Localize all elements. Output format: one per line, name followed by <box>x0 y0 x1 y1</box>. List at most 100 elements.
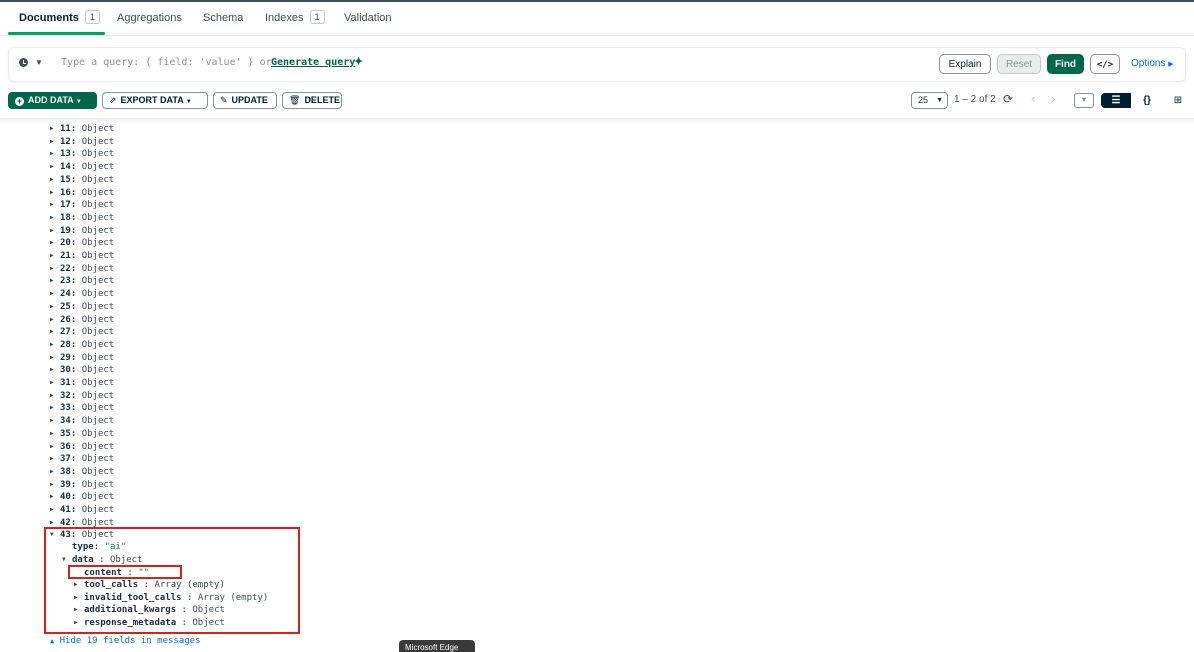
caret-right-icon[interactable]: ▶ <box>50 428 60 440</box>
delete-button[interactable]: 🗑 DELETE <box>282 92 342 109</box>
caret-right-icon[interactable]: ▶ <box>50 212 60 224</box>
caret-right-icon[interactable]: ▶ <box>50 174 60 186</box>
active-tab-indicator <box>8 32 105 35</box>
caret-right-icon[interactable]: ▶ <box>50 161 60 173</box>
array-item[interactable]: ▶ 40: Object <box>50 491 114 503</box>
view-options-dropdown[interactable]: ▼ <box>1074 93 1094 108</box>
caret-right-icon[interactable]: ▶ <box>50 491 60 503</box>
caret-right-icon[interactable]: ▶ <box>50 237 60 249</box>
caret-right-icon[interactable]: ▶ <box>50 250 60 262</box>
array-item[interactable]: ▶ 18: Object <box>50 212 114 224</box>
array-item[interactable]: ▶ 25: Object <box>50 301 114 313</box>
json-view-icon[interactable]: {} <box>1132 93 1162 108</box>
explain-button[interactable]: Explain <box>939 54 991 74</box>
caret-right-icon[interactable]: ▶ <box>50 466 60 478</box>
array-item[interactable]: ▶ 23: Object <box>50 275 114 287</box>
array-item[interactable]: ▶ 14: Object <box>50 161 114 173</box>
caret-right-icon[interactable]: ▶ <box>50 123 60 135</box>
caret-right-icon[interactable]: ▶ <box>50 275 60 287</box>
caret-up-icon: ▲ <box>50 637 55 645</box>
array-item[interactable]: ▶ 30: Object <box>50 364 114 376</box>
caret-right-icon[interactable]: ▶ <box>50 301 60 313</box>
tab-documents[interactable]: Documents 1 <box>19 2 100 34</box>
table-view-icon[interactable]: ⊞ <box>1163 93 1193 108</box>
export-data-button[interactable]: ⇗ EXPORT DATA ▼ <box>102 92 208 109</box>
array-item[interactable]: ▶ 32: Object <box>50 390 114 402</box>
array-item[interactable]: ▶ 21: Object <box>50 250 114 262</box>
array-item[interactable]: ▶ 29: Object <box>50 352 114 364</box>
array-item[interactable]: ▶ 26: Object <box>50 314 114 326</box>
caret-right-icon[interactable]: ▶ <box>50 225 60 237</box>
update-button[interactable]: ✎ UPDATE <box>213 92 277 109</box>
options-toggle[interactable]: Options ▶ <box>1131 58 1174 69</box>
find-button[interactable]: Find <box>1047 54 1084 74</box>
array-item[interactable]: ▶ 20: Object <box>50 237 114 249</box>
tab-aggregations[interactable]: Aggregations <box>117 2 182 34</box>
refresh-icon[interactable]: ⟳ <box>1003 92 1013 106</box>
array-item[interactable]: ▶ 34: Object <box>50 415 114 427</box>
array-item[interactable]: ▶ 35: Object <box>50 428 114 440</box>
caret-right-icon[interactable]: ▶ <box>50 364 60 376</box>
generate-query-link[interactable]: Generate query <box>271 57 355 68</box>
pagination-range: 1 – 2 of 2 <box>954 94 996 105</box>
reset-button[interactable]: Reset <box>997 54 1041 74</box>
array-item[interactable]: ▶ 36: Object <box>50 441 114 453</box>
array-item[interactable]: ▶ 39: Object <box>50 479 114 491</box>
pencil-icon: ✎ <box>220 95 228 105</box>
add-data-button[interactable]: + ADD DATA ▼ <box>8 92 97 109</box>
caret-right-icon[interactable]: ▶ <box>50 441 60 453</box>
page-size-select[interactable]: 25 ▼ <box>911 92 948 109</box>
caret-right-icon[interactable]: ▶ <box>50 199 60 211</box>
array-item[interactable]: ▶ 37: Object <box>50 453 114 465</box>
array-item[interactable]: ▶ 22: Object <box>50 263 114 275</box>
caret-right-icon[interactable]: ▶ <box>50 504 60 516</box>
array-item[interactable]: ▶ 15: Object <box>50 174 114 186</box>
caret-right-icon[interactable]: ▶ <box>50 453 60 465</box>
caret-right-icon[interactable]: ▶ <box>50 136 60 148</box>
array-item[interactable]: ▶ 38: Object <box>50 466 114 478</box>
caret-right-icon[interactable]: ▶ <box>50 288 60 300</box>
array-item[interactable]: ▶ 31: Object <box>50 377 114 389</box>
caret-right-icon[interactable]: ▶ <box>50 339 60 351</box>
array-item[interactable]: ▶ 17: Object <box>50 199 114 211</box>
array-item[interactable]: ▶ 41: Object <box>50 504 114 516</box>
chevron-down-icon: ▼ <box>75 99 82 105</box>
query-bar: ▼ Type a query: { field: 'value' } or Ge… <box>8 47 1186 82</box>
caret-right-icon[interactable]: ▶ <box>50 187 60 199</box>
array-item[interactable]: ▶ 11: Object <box>50 123 114 135</box>
query-input[interactable]: Type a query: { field: 'value' } or <box>61 57 272 68</box>
taskbar-tooltip: Microsoft Edge <box>399 640 475 652</box>
array-item[interactable]: ▶ 33: Object <box>50 402 114 414</box>
caret-right-icon[interactable]: ▶ <box>50 377 60 389</box>
caret-right-icon[interactable]: ▶ <box>50 415 60 427</box>
tab-indexes[interactable]: Indexes 1 <box>265 2 325 34</box>
array-item[interactable]: ▶ 24: Object <box>50 288 114 300</box>
query-history-icon[interactable] <box>19 58 28 67</box>
array-item[interactable]: ▶ 16: Object <box>50 187 114 199</box>
array-item[interactable]: ▶ 13: Object <box>50 148 114 160</box>
array-item[interactable]: ▶ 28: Object <box>50 339 114 351</box>
caret-right-icon[interactable]: ▶ <box>50 326 60 338</box>
caret-right-icon[interactable]: ▶ <box>50 352 60 364</box>
array-item[interactable]: ▶ 27: Object <box>50 326 114 338</box>
caret-right-icon[interactable]: ▶ <box>50 402 60 414</box>
code-toggle-button[interactable]: </> <box>1090 54 1120 74</box>
caret-right-icon[interactable]: ▶ <box>50 314 60 326</box>
highlight-box-content <box>68 565 182 579</box>
hide-fields-link[interactable]: ▲ Hide 19 fields in messages <box>50 636 201 646</box>
caret-right-icon: ▶ <box>1168 61 1174 68</box>
documents-count-badge: 1 <box>84 10 100 24</box>
chevron-down-icon[interactable]: ▼ <box>35 58 43 67</box>
chevron-left-icon[interactable]: ‹ <box>1031 91 1035 106</box>
caret-right-icon[interactable]: ▶ <box>50 148 60 160</box>
caret-right-icon[interactable]: ▶ <box>50 390 60 402</box>
chevron-right-icon[interactable]: › <box>1051 91 1055 106</box>
export-icon: ⇗ <box>109 95 117 105</box>
tab-schema[interactable]: Schema <box>203 2 243 34</box>
caret-right-icon[interactable]: ▶ <box>50 479 60 491</box>
list-view-icon[interactable]: ☰ <box>1101 93 1131 108</box>
array-item[interactable]: ▶ 12: Object <box>50 136 114 148</box>
caret-right-icon[interactable]: ▶ <box>50 263 60 275</box>
tab-validation[interactable]: Validation <box>344 2 392 34</box>
array-item[interactable]: ▶ 19: Object <box>50 225 114 237</box>
